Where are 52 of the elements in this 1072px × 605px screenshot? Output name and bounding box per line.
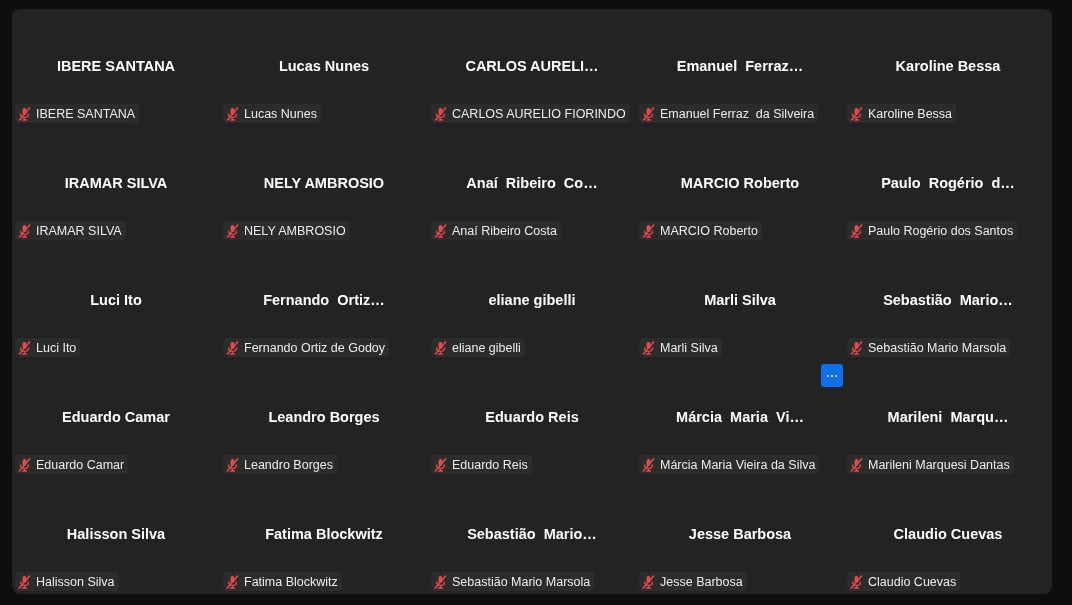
name-tag-text: Claudio Cuevas — [868, 574, 957, 589]
participant-name: Fernando Ortiz… — [263, 292, 385, 308]
participant-name: IBERE SANTANA — [56, 58, 176, 74]
name-tag-text: Luci Ito — [36, 340, 77, 355]
name-tag-text: Leandro Borges — [244, 457, 333, 472]
name-tag-text: Anaí Ribeiro Costa — [452, 223, 557, 238]
participant-name: MARCIO Roberto — [680, 175, 800, 191]
participant-name: Karoline Bessa — [895, 58, 1001, 74]
name-tag-text: Halisson Silva — [36, 574, 115, 589]
name-tag-text: Sebastião Mario Marsola — [868, 340, 1007, 355]
name-tag-text: Eduardo Camar — [36, 457, 125, 472]
more-options-button[interactable] — [821, 364, 843, 387]
name-tag-text: CARLOS AURELIO FIORINDO — [452, 106, 626, 121]
participant-name: Claudio Cuevas — [893, 526, 1003, 542]
participant-name: Sebastião Mario… — [883, 292, 1013, 308]
participant-name: Fatima Blockwitz — [265, 526, 383, 542]
name-tag-text: MARCIO Roberto — [660, 223, 758, 238]
name-tag-text: Marileni Marquesi Dantas — [868, 457, 1010, 472]
name-tag-text: IBERE SANTANA — [36, 106, 136, 121]
participant-name: eliane gibelli — [488, 292, 576, 308]
participant-name: Jesse Barbosa — [688, 526, 792, 542]
participant-name: Emanuel Ferraz… — [676, 58, 804, 74]
participant-name: Anaí Ribeiro Co… — [466, 175, 598, 191]
participant-name: Lucas Nunes — [278, 58, 370, 74]
name-tag-text: Karoline Bessa — [868, 106, 953, 121]
participant-name: Halisson Silva — [66, 526, 166, 542]
name-tag-text: Paulo Rogério dos Santos — [868, 223, 1014, 238]
participant-name: Marileni Marqu… — [887, 409, 1009, 425]
participant-name: Sebastião Mario… — [467, 526, 597, 542]
name-tag-text: IRAMAR SILVA — [36, 223, 122, 238]
name-tag-text: Marli Silva — [660, 340, 718, 355]
name-tag-text: Fatima Blockwitz — [244, 574, 338, 589]
participant-name: Márcia Maria Vi… — [676, 409, 804, 425]
participant-name: CARLOS AURELI… — [465, 58, 599, 74]
name-tag-text: eliane gibelli — [452, 340, 521, 355]
name-tag-text: Emanuel Ferraz da Silveira — [660, 106, 815, 121]
participant-name: NELY AMBROSIO — [263, 175, 385, 191]
name-tag-text: Lucas Nunes — [244, 106, 317, 121]
participant-name: Paulo Rogério d… — [881, 175, 1015, 191]
participant-name: Leandro Borges — [268, 409, 380, 425]
participant-name: Eduardo Reis — [485, 409, 579, 425]
name-tag-text: Sebastião Mario Marsola — [452, 574, 591, 589]
name-tag-text: NELY AMBROSIO — [244, 223, 346, 238]
more-icon — [827, 374, 837, 377]
name-tag-text: Eduardo Reis — [452, 457, 528, 472]
participant-name: Eduardo Camar — [62, 409, 170, 425]
participant-name: Marli Silva — [704, 292, 776, 308]
name-tag-text: Márcia Maria Vieira da Silva — [660, 457, 816, 472]
name-tag-text: Jesse Barbosa — [660, 574, 743, 589]
name-tag-text: Fernando Ortiz de Godoy — [244, 340, 386, 355]
participant-name: IRAMAR SILVA — [64, 175, 168, 191]
participant-name: Luci Ito — [90, 292, 142, 308]
